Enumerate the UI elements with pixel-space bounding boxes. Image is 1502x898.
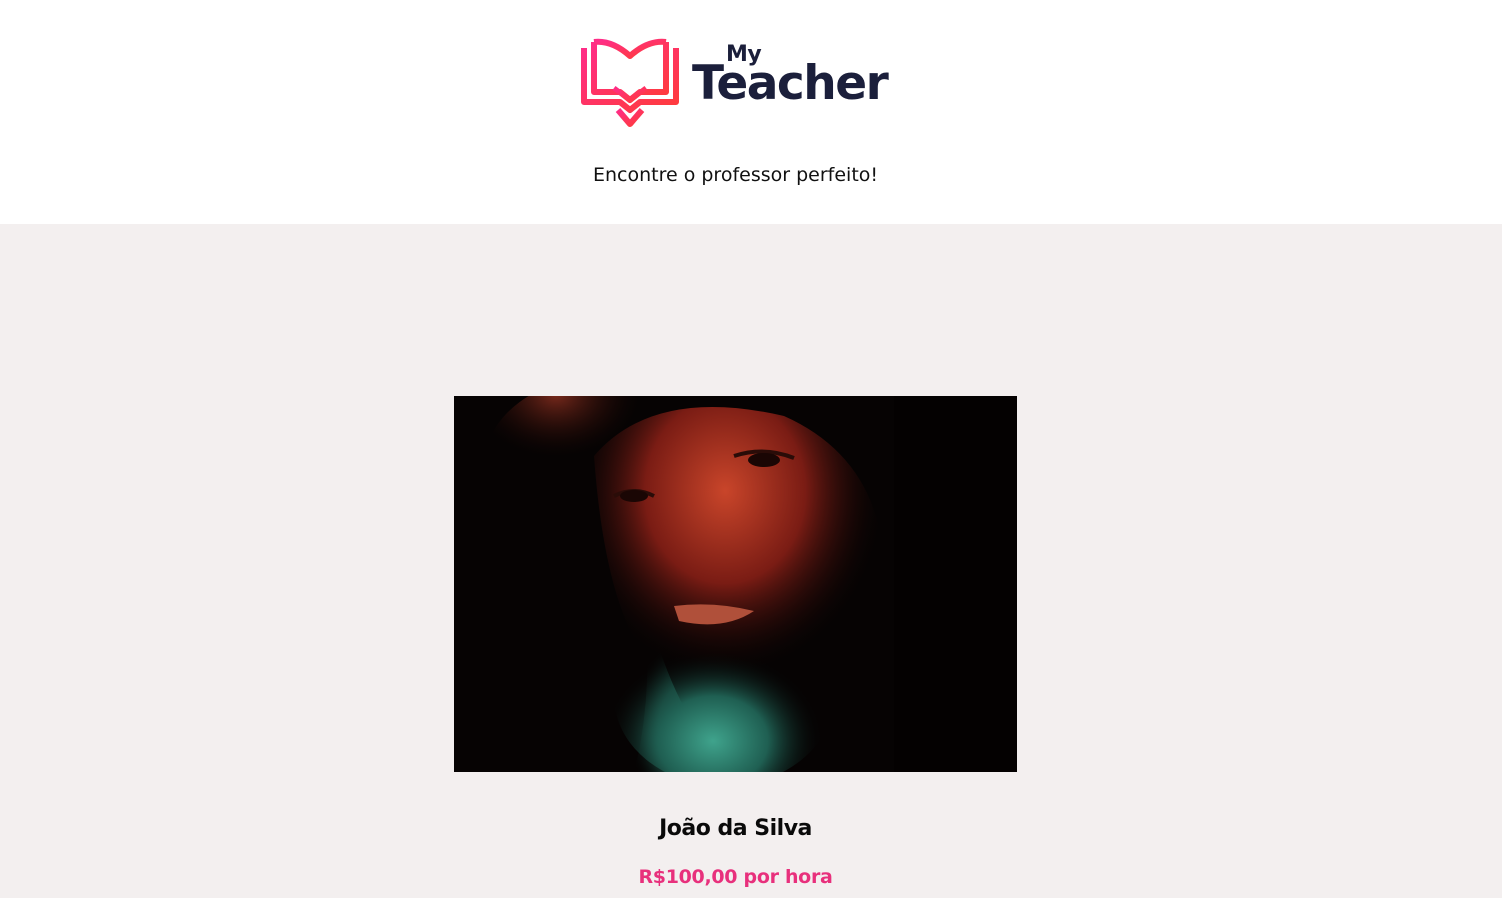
my-teacher-logo[interactable]: My Teacher — [580, 38, 900, 128]
page-tagline: Encontre o professor perfeito! — [592, 164, 879, 186]
main-content: João da Silva R$100,00 por hora — [0, 224, 1502, 898]
book-heart-icon — [581, 38, 679, 127]
teacher-portrait-photo — [454, 396, 1017, 772]
teacher-name: João da Silva — [659, 816, 812, 841]
teacher-photo[interactable] — [454, 396, 1017, 772]
teacher-price: R$100,00 por hora — [638, 866, 833, 888]
logo-teacher-text: Teacher — [692, 56, 889, 111]
site-header: My Teacher Encontre o professor perfeito… — [0, 0, 1502, 224]
